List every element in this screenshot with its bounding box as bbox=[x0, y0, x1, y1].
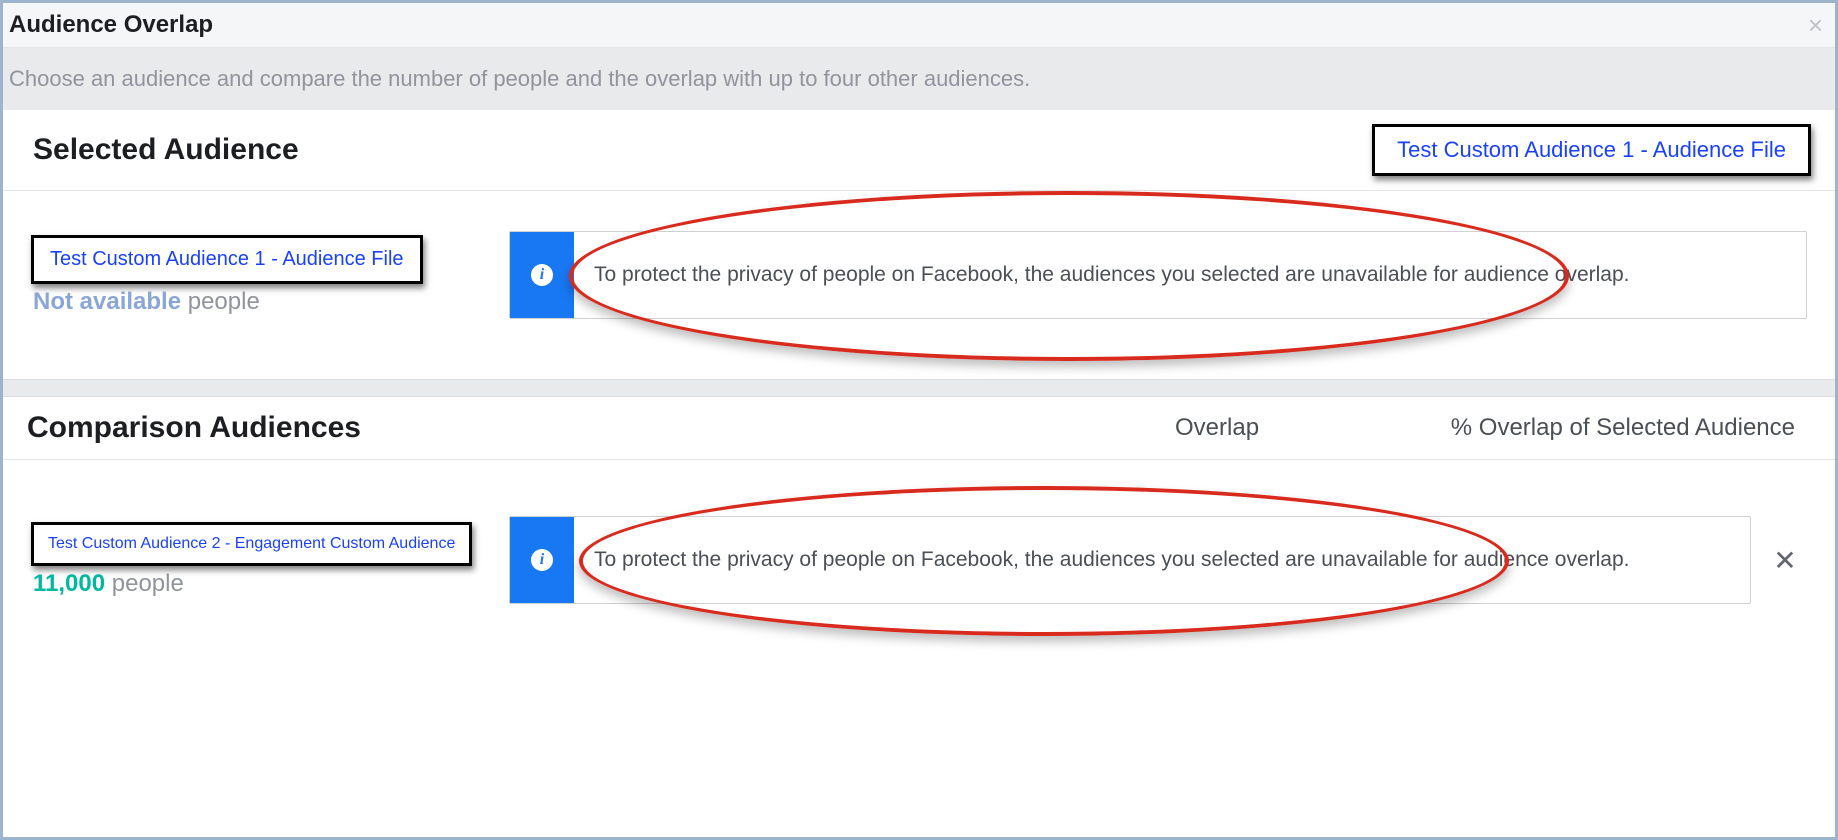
comparison-audience-people-word: people bbox=[112, 570, 184, 597]
comparison-col-pct: % Overlap of Selected Audience bbox=[1375, 414, 1795, 442]
selected-audience-label-col: Test Custom Audience 1 - Audience File N… bbox=[31, 235, 461, 316]
selected-privacy-callout: i To protect the privacy of people on Fa… bbox=[509, 231, 1807, 319]
info-icon-bar: i bbox=[510, 517, 574, 603]
selected-audience-name-link[interactable]: Test Custom Audience 1 - Audience File bbox=[31, 235, 423, 284]
selected-audience-top-link[interactable]: Test Custom Audience 1 - Audience File bbox=[1372, 124, 1811, 176]
comparison-header: Comparison Audiences Overlap % Overlap o… bbox=[3, 397, 1835, 460]
section-divider bbox=[3, 379, 1835, 397]
comparison-privacy-callout: i To protect the privacy of people on Fa… bbox=[509, 516, 1751, 604]
comparison-audience-label-col: Test Custom Audience 2 - Engagement Cust… bbox=[31, 522, 461, 598]
info-icon-bar: i bbox=[510, 232, 574, 318]
selected-privacy-callout-wrap: i To protect the privacy of people on Fa… bbox=[509, 231, 1807, 319]
selected-privacy-message: To protect the privacy of people on Face… bbox=[574, 232, 1650, 318]
dialog-header: Audience Overlap × bbox=[3, 3, 1835, 48]
audience-overlap-dialog: Audience Overlap × Choose an audience an… bbox=[0, 0, 1838, 840]
selected-audience-header: Selected Audience Test Custom Audience 1… bbox=[3, 110, 1835, 191]
info-icon: i bbox=[531, 264, 553, 286]
comparison-privacy-message: To protect the privacy of people on Face… bbox=[574, 517, 1650, 603]
close-icon[interactable]: × bbox=[1808, 12, 1823, 38]
selected-audience-people-line: Not available people bbox=[33, 288, 260, 316]
comparison-audience-people-count: 11,000 bbox=[33, 570, 105, 597]
dialog-description-banner: Choose an audience and compare the numbe… bbox=[3, 48, 1835, 110]
info-icon: i bbox=[531, 549, 553, 571]
comparison-audience-people-line: 11,000 people bbox=[33, 570, 184, 598]
selected-audience-title: Selected Audience bbox=[33, 133, 299, 167]
comparison-row: Test Custom Audience 2 - Engagement Cust… bbox=[3, 460, 1835, 684]
dialog-title: Audience Overlap bbox=[9, 11, 213, 39]
comparison-privacy-callout-wrap: i To protect the privacy of people on Fa… bbox=[509, 516, 1807, 604]
comparison-title: Comparison Audiences bbox=[27, 411, 1175, 445]
selected-audience-people-word: people bbox=[188, 288, 260, 315]
comparison-audience-name-link[interactable]: Test Custom Audience 2 - Engagement Cust… bbox=[31, 522, 472, 566]
dialog-description: Choose an audience and compare the numbe… bbox=[9, 66, 1829, 92]
selected-audience-body: Test Custom Audience 1 - Audience File N… bbox=[3, 191, 1835, 379]
remove-comparison-button[interactable]: ✕ bbox=[1763, 544, 1807, 577]
close-icon: ✕ bbox=[1773, 544, 1796, 577]
comparison-col-overlap: Overlap bbox=[1175, 414, 1375, 442]
selected-audience-people-count: Not available bbox=[33, 288, 181, 315]
comparison-audiences-section: Comparison Audiences Overlap % Overlap o… bbox=[3, 397, 1835, 684]
selected-audience-section: Selected Audience Test Custom Audience 1… bbox=[3, 110, 1835, 379]
